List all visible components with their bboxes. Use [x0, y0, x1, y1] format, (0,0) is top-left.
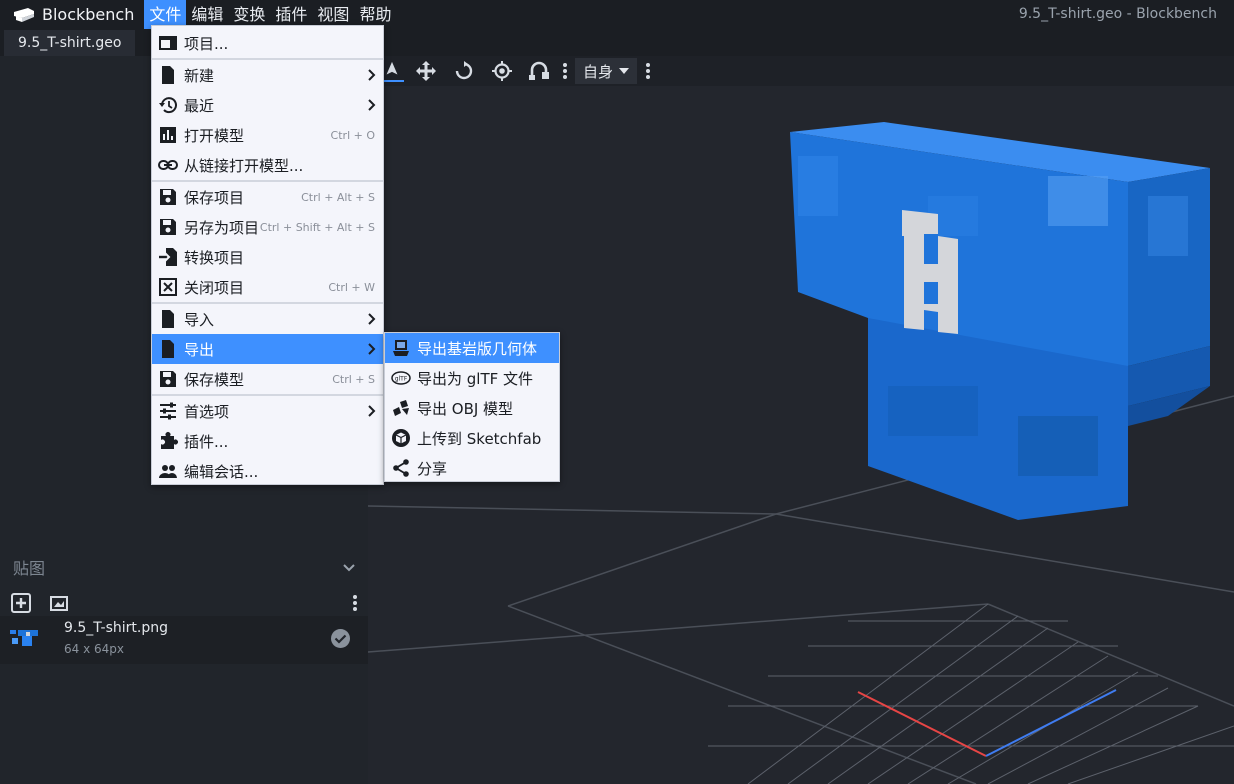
save-icon — [160, 371, 176, 387]
origin-grid — [708, 603, 1234, 784]
menu-item-plugins[interactable]: 插件... — [152, 426, 383, 456]
transform-space-select[interactable]: 自身 — [575, 58, 637, 84]
blockbench-logo-icon — [14, 7, 34, 22]
menu-item-preferences[interactable]: 首选项 — [152, 396, 383, 426]
chevron-right-icon — [368, 313, 376, 325]
texture-size: 64 x 64px — [64, 642, 124, 656]
transform-space-value: 自身 — [583, 62, 614, 81]
chevron-right-icon — [368, 343, 376, 355]
gltf-icon: glTF — [391, 371, 411, 385]
check-circle-icon[interactable] — [330, 628, 351, 649]
menu-item-close-project[interactable]: 关闭项目 Ctrl + W — [152, 272, 383, 302]
more-options-icon[interactable] — [561, 60, 569, 82]
viewport-toolbar: 自身 — [368, 56, 1234, 86]
textures-panel-header[interactable]: 贴图 — [0, 553, 368, 581]
shapes-icon — [393, 400, 409, 416]
close-box-icon — [159, 278, 177, 296]
file-icon — [162, 310, 174, 328]
window-icon — [159, 36, 177, 50]
export-submenu: 导出基岩版几何体 glTF 导出为 glTF 文件 导出 OBJ 模型 上传到 … — [384, 332, 560, 482]
share-icon — [393, 459, 409, 477]
file-icon — [162, 340, 174, 358]
save-icon — [160, 189, 176, 205]
file-icon — [162, 66, 174, 84]
chevron-right-icon — [368, 405, 376, 417]
textures-toolbar — [0, 588, 368, 616]
menu-item-save-project[interactable]: 保存项目 Ctrl + Alt + S — [152, 182, 383, 212]
menu-item-save-project-as[interactable]: 另存为项目 Ctrl + Shift + Alt + S — [152, 212, 383, 242]
menu-item-recent[interactable]: 最近 — [152, 90, 383, 120]
app-name: Blockbench — [42, 5, 135, 24]
menu-item-export-gltf[interactable]: glTF 导出为 glTF 文件 — [385, 363, 559, 393]
resize-tool-icon[interactable] — [414, 60, 438, 82]
menu-item-share[interactable]: 分享 — [385, 453, 559, 483]
tune-icon — [160, 402, 176, 420]
chevron-right-icon — [368, 99, 376, 111]
menu-item-convert-project[interactable]: 转换项目 — [152, 242, 383, 272]
pivot-tool-icon[interactable] — [490, 60, 514, 82]
texture-list-item[interactable]: 9.5_T-shirt.png 64 x 64px — [0, 616, 368, 664]
menu-item-upload-sketchfab[interactable]: 上传到 Sketchfab — [385, 423, 559, 453]
chevron-down-icon[interactable] — [342, 560, 356, 574]
menu-item-project[interactable]: 项目... — [152, 28, 383, 58]
dropdown-caret-icon — [619, 68, 630, 74]
puzzle-icon — [161, 432, 178, 449]
texture-name: 9.5_T-shirt.png — [64, 620, 168, 636]
bedrock-icon — [393, 340, 409, 356]
app-brand[interactable]: Blockbench — [0, 0, 144, 29]
assessment-icon — [160, 127, 176, 143]
add-texture-icon[interactable] — [10, 592, 32, 614]
menu-item-save-model[interactable]: 保存模型 Ctrl + S — [152, 364, 383, 394]
save-icon — [160, 219, 176, 235]
menu-item-open-from-link[interactable]: 从链接打开模型... — [152, 150, 383, 180]
menu-item-export-bedrock-geometry[interactable]: 导出基岩版几何体 — [385, 333, 559, 363]
menu-item-new[interactable]: 新建 — [152, 60, 383, 90]
vertex-snap-icon[interactable] — [528, 60, 552, 82]
import-texture-icon[interactable] — [48, 592, 70, 614]
chevron-right-icon — [368, 69, 376, 81]
textures-panel-title: 贴图 — [13, 559, 46, 578]
menu-item-edit-session[interactable]: 编辑会话... — [152, 456, 383, 486]
tshirt-model[interactable] — [790, 122, 1210, 520]
svg-text:glTF: glTF — [395, 376, 408, 383]
file-menu: 项目... 新建 最近 打开模型 Ctrl + O 从链接打开模型... 保存项… — [151, 25, 384, 485]
rotate-tool-icon[interactable] — [452, 60, 476, 82]
history-icon — [159, 97, 177, 114]
link-icon — [158, 160, 178, 170]
window-title: 9.5_T-shirt.geo - Blockbench — [1018, 6, 1217, 22]
file-import-icon — [159, 248, 177, 266]
menu-item-open-model[interactable]: 打开模型 Ctrl + O — [152, 120, 383, 150]
more-options-icon[interactable] — [350, 592, 360, 614]
tab-project[interactable]: 9.5_T-shirt.geo — [4, 30, 136, 56]
sketchfab-icon — [392, 429, 410, 447]
menu-item-import[interactable]: 导入 — [152, 304, 383, 334]
texture-thumbnail — [10, 630, 38, 646]
more-options-icon[interactable] — [644, 60, 652, 82]
menu-item-export-obj[interactable]: 导出 OBJ 模型 — [385, 393, 559, 423]
people-icon — [159, 465, 177, 478]
menu-item-export[interactable]: 导出 — [152, 334, 383, 364]
